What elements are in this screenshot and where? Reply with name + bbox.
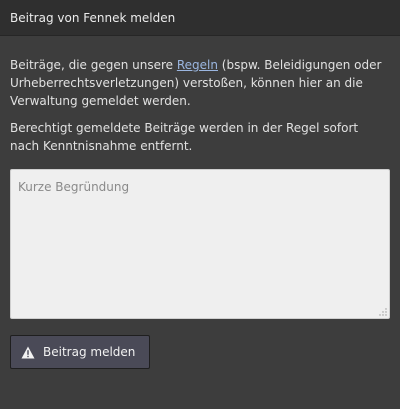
resize-handle-icon[interactable] xyxy=(379,308,387,316)
rules-link[interactable]: Regeln xyxy=(177,58,218,72)
reason-field-wrapper xyxy=(10,169,390,319)
dialog-header: Beitrag von Fennek melden xyxy=(0,0,400,36)
dialog-title: Beitrag von Fennek melden xyxy=(10,10,176,25)
report-post-button[interactable]: Beitrag melden xyxy=(10,335,151,369)
report-dialog: Beitrag von Fennek melden Beiträge, die … xyxy=(0,0,400,409)
reason-input[interactable] xyxy=(10,169,390,319)
intro-text-start: Beiträge, die gegen unsere xyxy=(10,58,177,72)
report-post-button-label: Beitrag melden xyxy=(43,345,136,359)
warning-icon xyxy=(21,346,35,359)
removal-notice: Berechtigt gemeldete Beiträge werden in … xyxy=(10,121,359,153)
intro-text: Beiträge, die gegen unsere Regeln (bspw.… xyxy=(10,56,390,110)
dialog-body: Beiträge, die gegen unsere Regeln (bspw.… xyxy=(0,36,400,369)
